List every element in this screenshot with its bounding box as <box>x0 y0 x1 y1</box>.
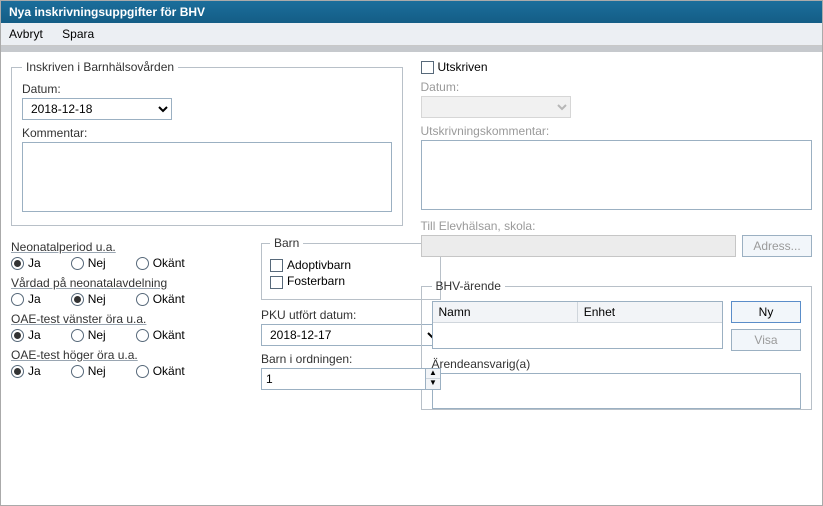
pku-datum-select[interactable]: 2018-12-17 <box>261 324 441 346</box>
radio-neonatal-okant[interactable]: Okänt <box>136 256 185 270</box>
inskriven-datum-select[interactable]: 2018-12-18 <box>22 98 172 120</box>
barn-ordning-input[interactable] <box>261 368 425 390</box>
group-neonatal: Ja Nej Okänt <box>11 256 241 270</box>
label-ansvarig: Ärendeansvarig(a) <box>432 357 802 371</box>
spin-down-icon[interactable]: ▼ <box>426 379 440 389</box>
inskriven-kommentar-textarea[interactable] <box>22 142 392 212</box>
label-kommentar: Kommentar: <box>22 126 392 140</box>
label-ordning: Barn i ordningen: <box>261 352 441 366</box>
label-utskriven-datum: Datum: <box>421 80 813 94</box>
adress-button[interactable]: Adress... <box>742 235 812 257</box>
group-oaeh-label: OAE-test höger öra u.a. <box>11 348 241 362</box>
radio-oaeh-nej[interactable]: Nej <box>71 364 106 378</box>
col-enhet[interactable]: Enhet <box>578 302 722 322</box>
radio-neonatal-nej[interactable]: Nej <box>71 256 106 270</box>
fieldset-arende: BHV-ärende Namn Enhet Ny Visa Ärendeansv… <box>421 279 813 410</box>
col-namn[interactable]: Namn <box>433 302 578 322</box>
fieldset-inskriven: Inskriven i Barnhälsovården Datum: 2018-… <box>11 60 403 226</box>
label-utskriven-kommentar: Utskrivningskommentar: <box>421 124 813 138</box>
label-skola: Till Elevhälsan, skola: <box>421 219 813 233</box>
radio-vardad-ja[interactable]: Ja <box>11 292 41 306</box>
menu-save[interactable]: Spara <box>62 27 94 41</box>
visa-button[interactable]: Visa <box>731 329 801 351</box>
group-oaeh: Ja Nej Okänt <box>11 364 241 378</box>
menu-cancel[interactable]: Avbryt <box>9 27 43 41</box>
group-oaev-label: OAE-test vänster öra u.a. <box>11 312 241 326</box>
group-oaev: Ja Nej Okänt <box>11 328 241 342</box>
radio-neonatal-ja[interactable]: Ja <box>11 256 41 270</box>
radio-vardad-okant[interactable]: Okänt <box>136 292 185 306</box>
group-vardad-label: Vårdad på neonatalavdelning <box>11 276 241 290</box>
checkbox-fosterbarn[interactable]: Fosterbarn <box>270 274 432 288</box>
menubar: Avbryt Spara <box>1 23 822 46</box>
checkbox-utskriven[interactable]: Utskriven <box>421 60 813 74</box>
utskriven-datum-select <box>421 96 571 118</box>
label-datum: Datum: <box>22 82 392 96</box>
window-titlebar: Nya inskrivningsuppgifter för BHV <box>1 1 822 23</box>
ny-button[interactable]: Ny <box>731 301 801 323</box>
legend-barn: Barn <box>270 236 303 250</box>
checkbox-adoptivbarn[interactable]: Adoptivbarn <box>270 258 432 272</box>
group-vardad: Ja Nej Okänt <box>11 292 241 306</box>
arende-listbox[interactable]: Namn Enhet <box>432 301 724 349</box>
label-pku: PKU utfört datum: <box>261 308 441 322</box>
utskriven-kommentar-textarea[interactable] <box>421 140 813 210</box>
radio-oaev-ja[interactable]: Ja <box>11 328 41 342</box>
barn-ordning-spinner[interactable]: ▲ ▼ <box>261 368 441 390</box>
radio-oaev-okant[interactable]: Okänt <box>136 328 185 342</box>
ansvarig-listbox[interactable] <box>432 373 802 409</box>
legend-arende: BHV-ärende <box>432 279 505 293</box>
legend-inskriven: Inskriven i Barnhälsovården <box>22 60 178 74</box>
radio-oaeh-okant[interactable]: Okänt <box>136 364 185 378</box>
radio-oaeh-ja[interactable]: Ja <box>11 364 41 378</box>
group-neonatal-label: Neonatalperiod u.a. <box>11 240 241 254</box>
fieldset-barn: Barn Adoptivbarn Fosterbarn <box>261 236 441 300</box>
radio-vardad-nej[interactable]: Nej <box>71 292 106 306</box>
radio-oaev-nej[interactable]: Nej <box>71 328 106 342</box>
skola-field <box>421 235 737 257</box>
